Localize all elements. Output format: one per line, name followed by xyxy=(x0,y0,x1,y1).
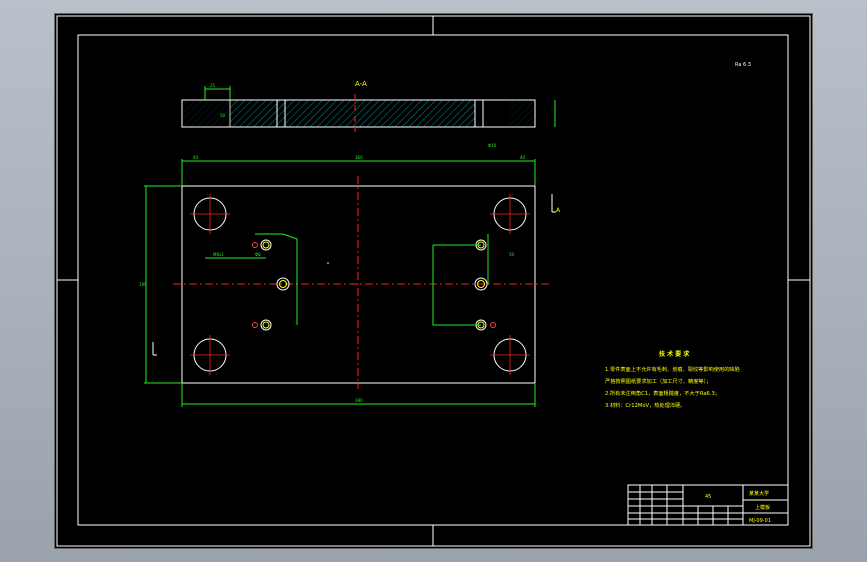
tech-req-line-4: 3.材料：Cr12MoV，热处理淬硬。 xyxy=(605,401,685,409)
title-material: 45 xyxy=(705,494,711,500)
title-drawing-no: MJ-09-01 xyxy=(749,518,771,524)
plan-view: M6x1 Φ8 50 360 40 40 380 190 A xyxy=(139,155,561,407)
tech-req-line-2: 严格按照图纸要求加工（加工尺寸、精度等）； xyxy=(605,377,711,385)
pin-hole-r1 xyxy=(490,322,496,328)
dim-right-offset: 40 xyxy=(520,155,526,160)
dim-top-width: 360 xyxy=(355,155,363,160)
technical-requirements: 技 术 要 求 1.零件表面上不允许有毛刺、划痕、裂纹等影响使用的缺陷 严格按照… xyxy=(605,350,740,409)
dim-section-pin: Φ10 xyxy=(488,143,497,148)
dim-section-height: 50 xyxy=(220,113,226,118)
dim-overall-length: 380 xyxy=(355,398,363,403)
section-view: 25 50 Φ10 A-A xyxy=(181,80,556,148)
view-label-a: A xyxy=(556,207,561,214)
left-hole-group: M6x1 Φ8 xyxy=(205,233,298,331)
drawing-sheet: 25 50 Φ10 A-A M6x1 Φ8 50 360 40 40 380 1… xyxy=(55,14,812,548)
tech-req-line-1: 1.零件表面上不允许有毛刺、划痕、裂纹等影响使用的缺陷 xyxy=(605,365,740,373)
cursor-mark xyxy=(327,262,329,264)
roughness-note: Ra 6.3 xyxy=(735,62,751,68)
tech-req-line-3: 2.所有未注倒角C1，表面粗糙度，不大于Ra6.3； xyxy=(605,389,720,397)
section-hatch-right xyxy=(510,100,535,127)
dim-hole-dia: Φ8 xyxy=(255,252,261,257)
dim-thread: M6x1 xyxy=(213,252,224,257)
dim-height: 190 xyxy=(139,282,147,287)
pin-hole-l1 xyxy=(252,242,258,248)
title-part-name: 上模板 xyxy=(755,504,770,511)
title-block: 45 某某大学 上模板 MJ-09-01 xyxy=(627,484,789,526)
dim-right-pitch: 50 xyxy=(509,252,515,257)
title-school: 某某大学 xyxy=(749,490,769,497)
dim-left-offset: 40 xyxy=(193,155,199,160)
section-hatch xyxy=(229,99,476,128)
view-label-aa: A-A xyxy=(355,80,367,88)
tech-req-title: 技 术 要 求 xyxy=(659,350,690,358)
dim-section-thk: 25 xyxy=(210,83,216,88)
pin-hole-l2 xyxy=(252,322,258,328)
right-hole-group: 50 xyxy=(432,234,515,331)
cad-drawing: 25 50 Φ10 A-A M6x1 Φ8 50 360 40 40 380 1… xyxy=(56,15,811,547)
